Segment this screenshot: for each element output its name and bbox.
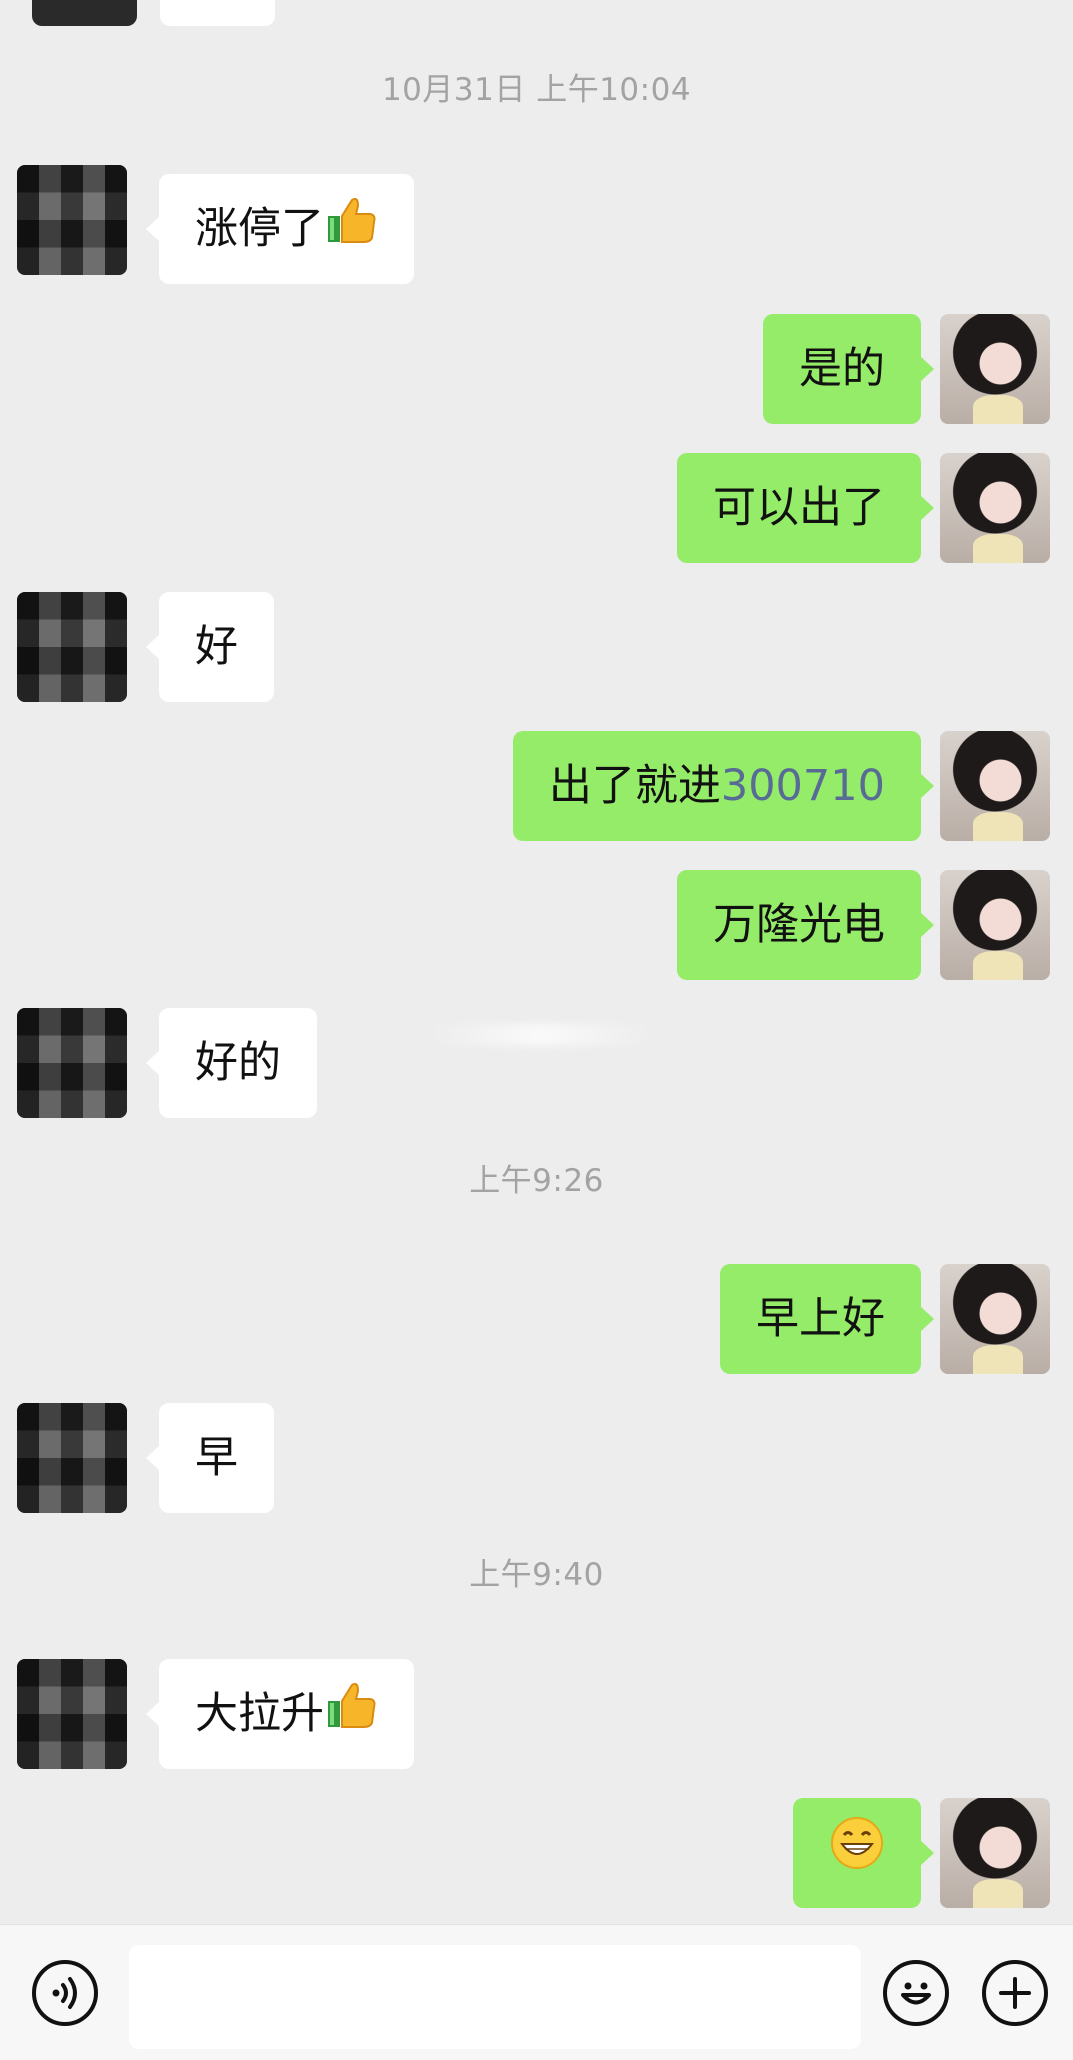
message-bubble-incoming[interactable]: 好: [146, 592, 274, 702]
previous-avatar-stub: [32, 0, 137, 26]
contact-avatar[interactable]: [17, 592, 127, 702]
message-bubble-incoming[interactable]: 大拉升: [146, 1659, 414, 1772]
my-avatar[interactable]: [940, 1798, 1050, 1908]
plus-button[interactable]: [982, 1960, 1048, 2026]
message-bubble-incoming[interactable]: 早: [146, 1403, 274, 1513]
message-input[interactable]: [129, 1945, 861, 2049]
voice-button[interactable]: [32, 1960, 98, 2026]
contact-avatar[interactable]: [17, 1403, 127, 1513]
my-avatar[interactable]: [940, 453, 1050, 563]
message-bubble-incoming[interactable]: 好的: [146, 1008, 317, 1118]
plus-icon: [990, 1968, 1040, 2022]
my-avatar[interactable]: [940, 731, 1050, 841]
contact-avatar[interactable]: [17, 1008, 127, 1118]
message-bubble-outgoing[interactable]: 万隆光电: [677, 870, 934, 980]
thumbs-up-icon: [326, 1662, 378, 1772]
timestamp: 上午9:40: [469, 1557, 604, 1593]
timestamp: 10月31日 上午10:04: [381, 72, 692, 108]
emoji-button[interactable]: [883, 1960, 949, 2026]
voice-icon: [44, 1972, 86, 2018]
grinning-face-icon: [830, 1801, 884, 1911]
my-avatar[interactable]: [940, 1264, 1050, 1374]
message-bubble-outgoing[interactable]: 早上好: [720, 1264, 934, 1374]
thumbs-up-icon: [326, 177, 378, 287]
message-bubble-outgoing[interactable]: 出了就进300710: [512, 731, 935, 841]
message-text: 大拉升: [195, 1689, 324, 1739]
input-bar: [0, 1924, 1073, 2060]
message-bubble-outgoing[interactable]: 可以出了: [677, 453, 934, 563]
message-text: 涨停了: [195, 204, 324, 254]
stock-code-link[interactable]: 300710: [721, 761, 885, 811]
message-bubble-outgoing[interactable]: [793, 1798, 934, 1911]
message-bubble-outgoing[interactable]: 是的: [763, 314, 934, 424]
my-avatar[interactable]: [940, 870, 1050, 980]
blur-artifact: [425, 1024, 655, 1046]
message-text: 出了就进: [548, 761, 721, 811]
timestamp: 上午9:26: [469, 1163, 604, 1199]
contact-avatar[interactable]: [17, 165, 127, 275]
previous-bubble-stub: [160, 0, 275, 26]
my-avatar[interactable]: [940, 314, 1050, 424]
message-bubble-incoming[interactable]: 涨停了: [146, 174, 414, 287]
emoji-icon: [891, 1968, 941, 2022]
contact-avatar[interactable]: [17, 1659, 127, 1769]
